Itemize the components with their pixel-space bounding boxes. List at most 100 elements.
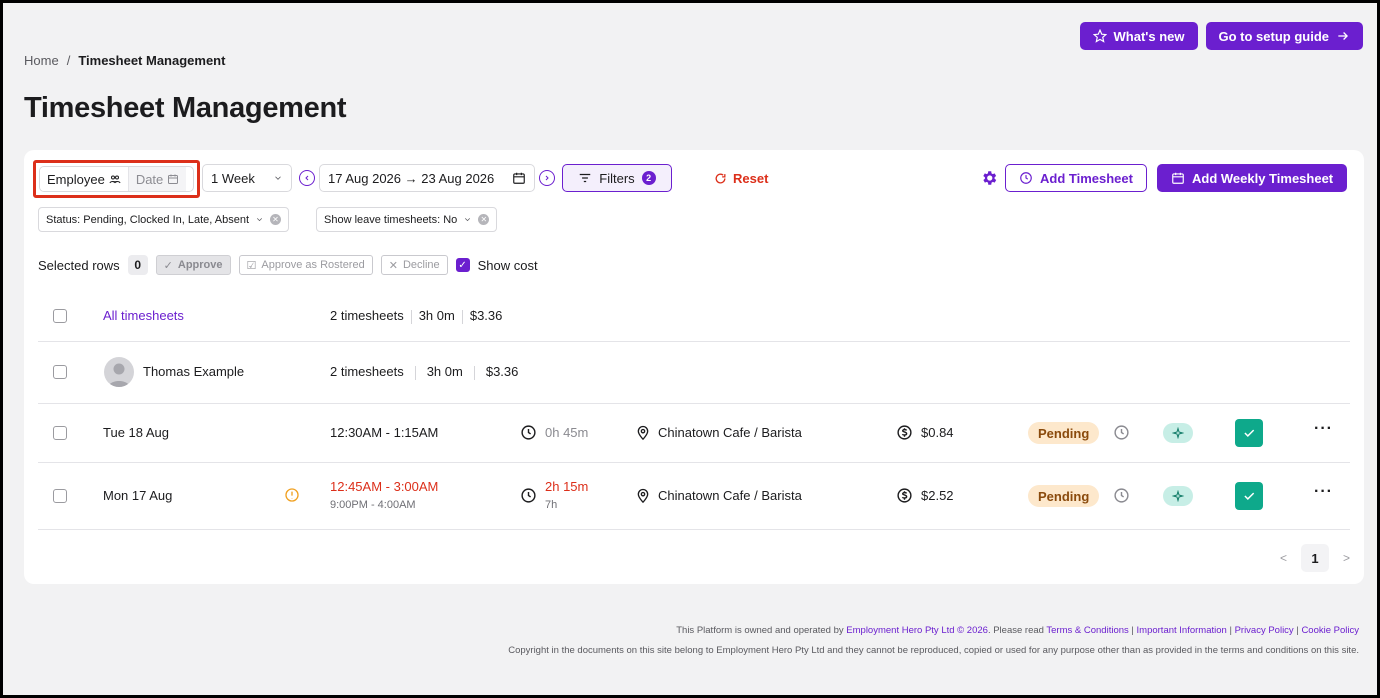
chevron-left-icon [305,175,309,181]
status-badge: Pending [1028,485,1100,507]
view-toggle: Employee Date [39,166,194,192]
check-square-icon: ☑ [246,259,257,272]
prev-week-button[interactable] [299,170,315,186]
location-pin-icon [637,425,649,441]
terms-link[interactable]: Terms & Conditions [1046,625,1128,636]
breadcrumb-current: Timesheet Management [78,53,226,68]
ai-sparkle-button[interactable] [1163,486,1193,506]
whats-new-button[interactable]: What's new [1079,22,1198,50]
timesheet-card: Employee Date 1 Week 17 Aug 2026 → 23 Au… [24,150,1364,584]
important-info-link[interactable]: Important Information [1137,625,1227,636]
ai-sparkle-button[interactable] [1163,423,1193,443]
view-toggle-highlight: Employee Date [33,160,200,198]
view-employee-label: Employee [47,171,105,187]
gear-icon[interactable] [980,169,998,187]
reset-label: Reset [733,171,769,186]
dollar-icon [897,425,912,440]
clock-icon [1020,172,1032,184]
clear-filter-icon[interactable]: ✕ [270,214,282,225]
timesheet-location: Chinatown Cafe / Barista [658,488,802,503]
approve-rostered-button[interactable]: ☑ Approve as Rostered [238,255,373,275]
period-select[interactable]: 1 Week [202,164,292,192]
page-number-button[interactable]: 1 [1300,544,1329,572]
history-icon[interactable] [1113,487,1130,504]
calendar-icon [1172,172,1184,184]
pagination: < 1 > [1280,544,1350,572]
next-week-button[interactable] [539,170,555,186]
breadcrumb: Home / Timesheet Management [24,53,225,68]
all-cost: $3.36 [469,308,503,323]
whats-new-label: What's new [1113,28,1185,44]
status-filter-chip[interactable]: Status: Pending, Clocked In, Late, Absen… [38,207,290,232]
view-employee-toggle[interactable]: Employee [40,167,129,191]
employee-checkbox[interactable] [53,365,67,379]
timesheet-checkbox[interactable] [53,489,67,503]
add-weekly-timesheet-label: Add Weekly Timesheet [1192,170,1334,186]
timesheet-location: Chinatown Cafe / Barista [658,425,802,440]
show-cost-checkbox[interactable]: ✓ [455,258,470,272]
status-badge: Pending [1028,422,1100,444]
check-icon [1244,492,1255,500]
timesheet-cost: $0.84 [921,425,954,440]
clear-filter-icon[interactable]: ✕ [478,214,490,225]
selected-rows-label: Selected rows [38,257,120,273]
row-divider [38,341,1350,342]
date-range-value: 17 Aug 2026 → 23 Aug 2026 [328,170,495,186]
filters-button[interactable]: Filters 2 [562,164,672,192]
row-divider [38,529,1350,530]
star-icon [1092,29,1107,43]
show-cost-label: Show cost [477,257,538,273]
decline-button[interactable]: ✕ Decline [380,255,448,275]
all-count: 2 timesheets [330,308,404,323]
prev-page-button[interactable]: < [1280,551,1287,565]
timesheet-checkbox[interactable] [53,426,67,440]
reset-button[interactable]: Reset [714,171,768,186]
history-icon[interactable] [1113,424,1130,441]
divider [461,309,463,324]
more-options-icon[interactable]: ··· [1314,483,1333,501]
arrow-right-icon [1338,32,1348,40]
approve-timesheet-button[interactable] [1235,419,1263,447]
add-timesheet-button[interactable]: Add Timesheet [1005,164,1147,192]
chevron-down-icon [275,176,281,180]
divider [414,365,416,380]
divider [473,365,475,380]
approve-label: Approve [177,259,223,271]
row-divider [38,462,1350,463]
view-date-toggle[interactable]: Date [128,167,187,191]
employee-name[interactable]: Thomas Example [143,364,244,379]
company-link[interactable]: Employment Hero Pty Ltd © 2026 [846,625,988,636]
add-weekly-timesheet-button[interactable]: Add Weekly Timesheet [1157,164,1348,192]
warning-icon[interactable] [284,487,300,503]
row-divider [38,403,1350,404]
approve-timesheet-button[interactable] [1235,482,1263,510]
all-timesheets-summary: 2 timesheets 3h 0m $3.36 [330,308,502,324]
timesheet-duration: 2h 15m [545,479,589,494]
users-icon [109,175,121,184]
privacy-link[interactable]: Privacy Policy [1235,625,1294,636]
more-options-icon[interactable]: ··· [1314,420,1333,438]
filters-count-badge: 2 [641,171,656,185]
filter-icon [580,173,591,183]
all-timesheets-link[interactable]: All timesheets [103,308,184,323]
date-range-picker[interactable]: 17 Aug 2026 → 23 Aug 2026 [319,164,535,192]
emp-hours: 3h 0m [426,364,463,379]
header-actions: What's new Go to setup guide [1079,22,1363,50]
all-hours: 3h 0m [418,308,455,323]
approve-button[interactable]: ✓ Approve [155,255,231,275]
divider [410,309,412,324]
breadcrumb-home[interactable]: Home [24,53,59,68]
footer: This Platform is owned and operated by E… [508,621,1359,661]
cookie-link[interactable]: Cookie Policy [1301,625,1359,636]
timesheet-time: 12:30AM - 1:15AM [330,425,439,440]
footer-copyright: Copyright in the documents on this site … [508,645,1359,656]
leave-filter-chip[interactable]: Show leave timesheets: No ✕ [316,207,498,232]
clock-icon [521,425,536,440]
toolbar: Employee Date 1 Week 17 Aug 2026 → 23 Au… [33,160,1354,198]
next-page-button[interactable]: > [1343,551,1350,565]
setup-guide-button[interactable]: Go to setup guide [1205,22,1363,50]
rostered-time: 9:00PM - 4:00AM [330,499,416,511]
chevron-down-icon [257,218,263,222]
select-all-checkbox[interactable] [53,309,67,323]
decline-label: Decline [402,259,440,271]
